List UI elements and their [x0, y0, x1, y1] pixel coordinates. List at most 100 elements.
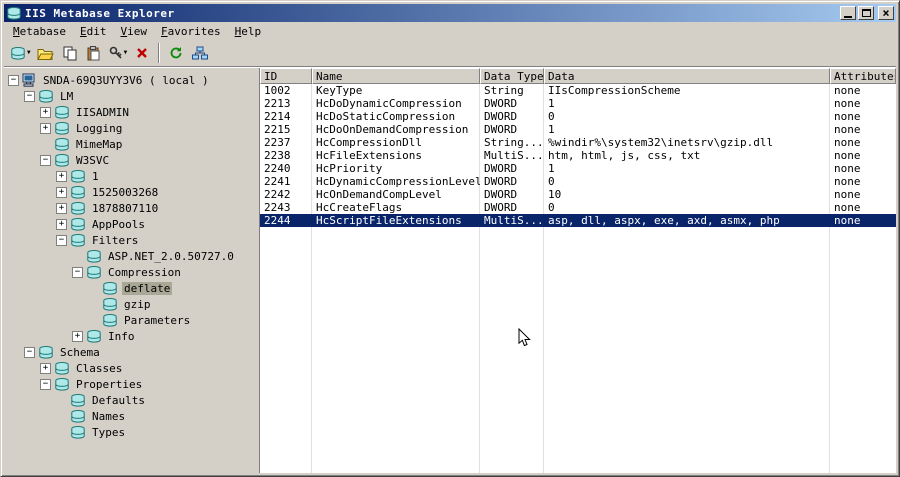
collapse-icon[interactable]: −	[40, 378, 51, 390]
table-row-2214[interactable]: 2214 HcDoStaticCompression DWORD 0 none	[260, 110, 896, 123]
column-header-attrs[interactable]: Attributes	[830, 68, 896, 84]
tree-item-compression[interactable]: − Compression	[8, 264, 259, 280]
cell-id: 1002	[264, 84, 291, 97]
dropdown-arrow-icon: ▼	[123, 49, 128, 56]
network-icon	[192, 46, 209, 60]
collapse-icon[interactable]: −	[56, 234, 67, 246]
table-row-1002[interactable]: 1002 KeyType String IIsCompressionScheme non…	[260, 84, 896, 97]
tree-label: 1878807110	[92, 201, 159, 215]
column-header-type[interactable]: Data Type	[480, 68, 544, 84]
collapse-icon[interactable]: −	[24, 346, 35, 358]
tree-item-1[interactable]: +1	[8, 168, 259, 184]
tree-item-info[interactable]: + Info	[8, 328, 259, 344]
expand-icon[interactable]: +	[56, 170, 67, 182]
tree-item-properties[interactable]: − Properties	[8, 376, 259, 392]
expand-icon[interactable]: +	[72, 330, 83, 342]
cell-attrs: none	[834, 162, 861, 175]
table-row-2237[interactable]: 2237 HcCompressionDll String... %windir%\sy…	[260, 136, 896, 149]
open-button[interactable]	[34, 42, 58, 64]
tree-item-parameters[interactable]: Parameters	[8, 312, 259, 328]
dropdown-arrow-icon: ▼	[27, 49, 31, 56]
tree-item-classes[interactable]: + Classes	[8, 360, 259, 376]
tree-item-snda-69q3uyy3v6-local[interactable]: − SNDA-69Q3UYY3V6 ( local )	[8, 72, 259, 88]
cell-id: 2241	[264, 175, 291, 188]
table-row-2244[interactable]: 2244 HcScriptFileExtensions MultiS... asp, …	[260, 214, 896, 227]
tree-item-defaults[interactable]: Defaults	[8, 392, 259, 408]
menu-help[interactable]: Help	[228, 23, 269, 40]
collapse-icon[interactable]: −	[24, 90, 35, 102]
menu-favorites[interactable]: Favorites	[154, 23, 228, 40]
refresh-button[interactable]	[164, 42, 188, 64]
database-icon	[10, 46, 26, 60]
cell-attrs: none	[834, 201, 861, 214]
table-row-2243[interactable]: 2243 HcCreateFlags DWORD 0 none	[260, 201, 896, 214]
cell-name: HcPriority	[316, 162, 383, 175]
connect-button[interactable]	[188, 42, 212, 64]
close-button[interactable]: ×	[878, 6, 894, 20]
copy-button[interactable]	[58, 42, 82, 64]
tree-item-1525003268[interactable]: +1525003268	[8, 184, 259, 200]
expand-icon[interactable]: +	[40, 362, 51, 374]
minimize-button[interactable]	[840, 6, 856, 20]
paste-button[interactable]	[82, 42, 106, 64]
database-icon	[38, 345, 54, 359]
table-row-2215[interactable]: 2215 HcDoOnDemandCompression DWORD 1 none	[260, 123, 896, 136]
application-window: IIS Metabase Explorer × Metabase Edit View…	[0, 0, 900, 477]
table-row-2241[interactable]: 2241 HcDynamicCompressionLevel DWORD 0 none	[260, 175, 896, 188]
menu-view[interactable]: View	[113, 23, 154, 40]
new-data-button[interactable]: ▼	[106, 42, 131, 64]
new-key-button[interactable]: ▼	[7, 42, 34, 64]
table-row-2238[interactable]: 2238 HcFileExtensions MultiS... htm, html, …	[260, 149, 896, 162]
cell-name: HcCreateFlags	[316, 201, 403, 214]
tree-item-filters[interactable]: − Filters	[8, 232, 259, 248]
tree-item-gzip[interactable]: gzip	[8, 296, 259, 312]
cell-type: MultiS...	[484, 214, 544, 227]
delete-button[interactable]	[130, 42, 154, 64]
collapse-icon[interactable]: −	[72, 266, 83, 278]
tree-item-lm[interactable]: − LM	[8, 88, 259, 104]
expand-icon[interactable]: +	[40, 122, 51, 134]
menu-metabase[interactable]: Metabase	[6, 23, 73, 40]
copy-icon	[63, 46, 77, 61]
menu-edit[interactable]: Edit	[73, 23, 114, 40]
tree-label: AppPools	[92, 217, 145, 231]
tree-item-names[interactable]: Names	[8, 408, 259, 424]
title-bar[interactable]: IIS Metabase Explorer ×	[4, 4, 896, 22]
collapse-icon[interactable]: −	[8, 74, 19, 86]
expand-icon[interactable]: +	[56, 218, 67, 230]
expand-icon[interactable]: +	[56, 202, 67, 214]
column-header-name[interactable]: Name	[312, 68, 480, 84]
tree-item-types[interactable]: Types	[8, 424, 259, 440]
collapse-icon[interactable]: −	[40, 154, 51, 166]
tree-item-1878807110[interactable]: +1878807110	[8, 200, 259, 216]
tree-label: Parameters	[124, 313, 191, 327]
paste-icon	[87, 45, 100, 61]
tree-item-deflate[interactable]: deflate	[8, 280, 259, 296]
column-header-data[interactable]: Data	[544, 68, 830, 84]
expand-icon[interactable]: +	[56, 186, 67, 198]
maximize-button[interactable]	[858, 6, 874, 20]
tree-label: Names	[92, 409, 126, 423]
table-row-2240[interactable]: 2240 HcPriority DWORD 1 none	[260, 162, 896, 175]
tree-item-schema[interactable]: − Schema	[8, 344, 259, 360]
column-header-id[interactable]: ID	[260, 68, 312, 84]
tree-item-mimemap[interactable]: MimeMap	[8, 136, 259, 152]
tree-label: MimeMap	[76, 137, 123, 151]
tree-item-iisadmin[interactable]: + IISADMIN	[8, 104, 259, 120]
table-row-2213[interactable]: 2213 HcDoDynamicCompression DWORD 1 none	[260, 97, 896, 110]
expand-icon[interactable]: +	[40, 106, 51, 118]
metabase-tree: − SNDA-69Q3UYY3V6 ( local ) − LM + IISADMIN + L…	[4, 68, 259, 473]
table-row-2242[interactable]: 2242 HcOnDemandCompLevel DWORD 10 none	[260, 188, 896, 201]
cell-type: DWORD	[484, 97, 518, 110]
tree-item-asp-net-2-0-50727-0[interactable]: ASP.NET_2.0.50727.0	[8, 248, 259, 264]
tree-item-apppools[interactable]: + AppPools	[8, 216, 259, 232]
minimize-icon	[844, 15, 852, 18]
database-icon	[70, 393, 86, 407]
tree-item-logging[interactable]: + Logging	[8, 120, 259, 136]
tree-item-w3svc[interactable]: − W3SVC	[8, 152, 259, 168]
